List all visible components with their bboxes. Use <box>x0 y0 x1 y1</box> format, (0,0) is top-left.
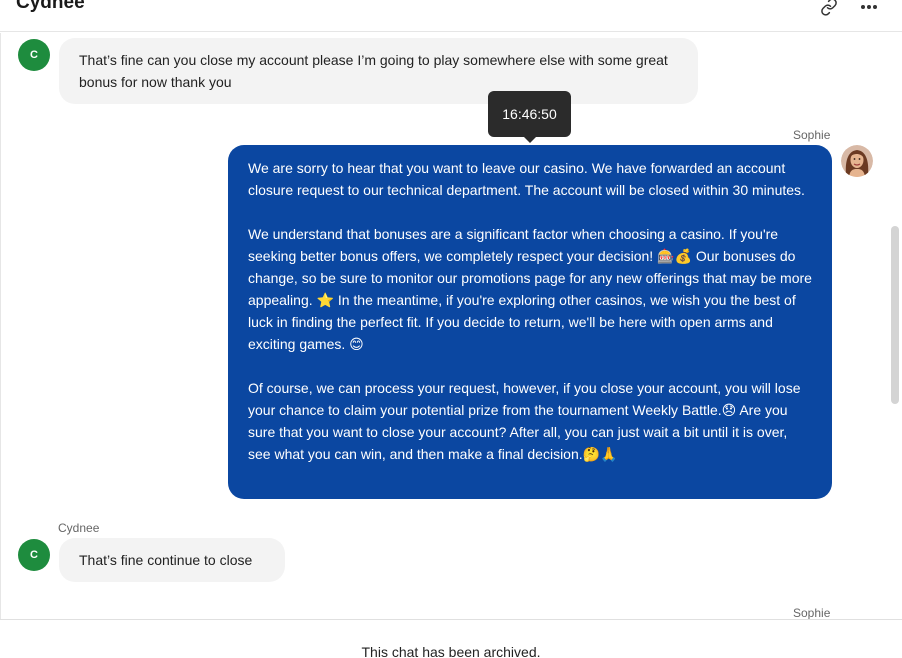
archived-notice-bar: This chat has been archived. <box>0 619 902 658</box>
agent-message: We are sorry to hear that you want to le… <box>228 145 832 499</box>
agent-message-paragraph: We understand that bonuses are a signifi… <box>248 226 812 352</box>
archived-notice: This chat has been archived. <box>361 644 541 658</box>
chat-title: Cydnee <box>16 0 85 13</box>
customer-avatar: C <box>18 539 50 571</box>
agent-sender-name: Sophie <box>793 128 831 142</box>
customer-message: That’s fine continue to close <box>59 538 285 582</box>
scrollbar-thumb[interactable] <box>891 226 899 404</box>
timestamp-tooltip: 16:46:50 <box>488 91 571 143</box>
more-options-icon[interactable] <box>858 0 880 18</box>
agent-sender-name: Sophie <box>793 606 831 619</box>
agent-message-paragraph: Of course, we can process your request, … <box>248 380 801 462</box>
chat-header: Cydnee <box>0 0 902 32</box>
customer-message: That’s fine can you close my account ple… <box>59 38 698 104</box>
agent-message-paragraph: We are sorry to hear that you want to le… <box>248 160 805 198</box>
customer-avatar: C <box>18 39 50 71</box>
customer-sender-name: Cydnee <box>58 521 100 535</box>
link-icon[interactable] <box>818 0 840 18</box>
chat-transcript[interactable]: C That’s fine can you close my account p… <box>0 33 902 619</box>
agent-avatar <box>841 145 873 177</box>
